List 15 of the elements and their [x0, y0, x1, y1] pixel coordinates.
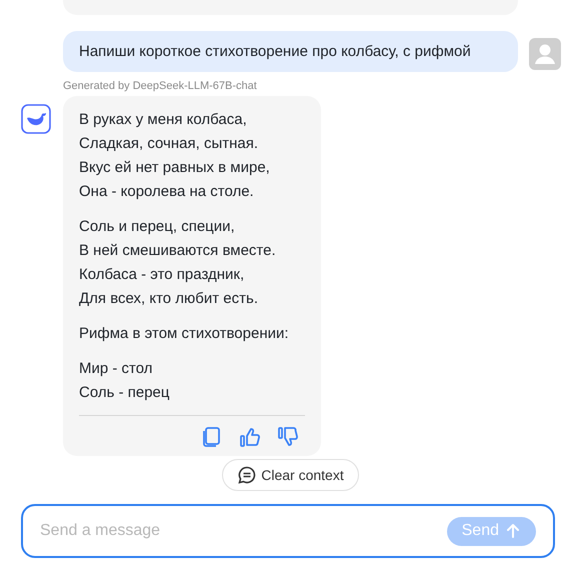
- thumbs-up-icon[interactable]: [239, 426, 261, 448]
- copy-icon[interactable]: [201, 426, 223, 448]
- clear-context-button[interactable]: Clear context: [222, 459, 359, 491]
- poem-paragraph: Рифма в этом стихотворении:: [79, 324, 290, 344]
- message-input[interactable]: Send a message Send: [21, 504, 555, 558]
- poem-paragraph: В руках у меня колбаса, Сладкая, сочная, сытная. Вкус ей нет равных в мире, Она - королева на столе.: [79, 110, 271, 202]
- whale-logo-icon: [21, 104, 51, 134]
- thumbs-down-icon[interactable]: [277, 426, 299, 448]
- user-avatar-icon: [529, 38, 561, 70]
- poem-paragraph: Соль и перец, специи, В ней смешиваются вместе. Колбаса - это праздник, Для всех, кто любит есть.: [79, 217, 277, 309]
- chat-bubble-icon: [237, 465, 258, 485]
- model-caption: Generated by DeepSeek-LLM-67B-chat: [63, 79, 258, 93]
- arrow-up-icon: [505, 523, 521, 539]
- poem-paragraph: Мир - стол Соль - перец: [79, 359, 170, 403]
- user-message: Напиши короткое стихотворение про колбасу, с рифмой: [63, 31, 518, 72]
